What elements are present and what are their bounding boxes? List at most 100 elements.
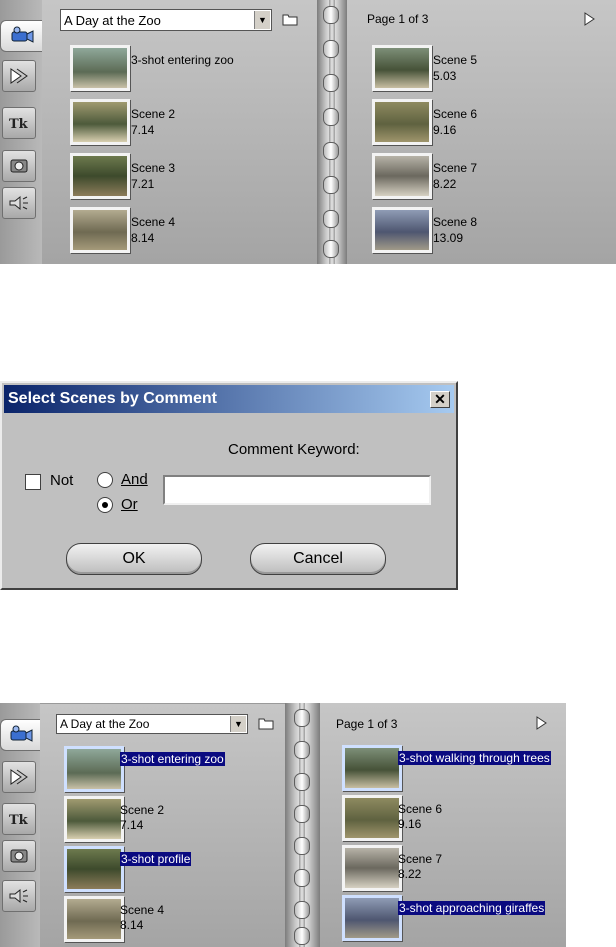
still-images-icon — [10, 849, 28, 863]
cancel-button-label: Cancel — [293, 550, 343, 567]
scene-length: 9.16 — [398, 817, 422, 831]
scene-name: 3-shot profile — [120, 852, 192, 866]
project-dropdown-value: A Day at the Zoo — [60, 717, 150, 731]
scene-name: Scene 6 — [398, 802, 443, 816]
scene-thumbnail[interactable] — [70, 153, 130, 199]
scene-thumbnail[interactable] — [372, 207, 432, 253]
tab-sound-effects[interactable] — [2, 880, 36, 912]
scene-length: 13.09 — [433, 231, 464, 245]
svg-text:Tk: Tk — [9, 117, 29, 132]
project-dropdown[interactable]: A Day at the Zoo ▼ — [56, 714, 248, 734]
scene-name: Scene 2 — [131, 107, 176, 121]
binder-ring — [323, 6, 339, 24]
album-spine — [317, 0, 347, 264]
binder-ring — [294, 773, 310, 791]
scene-name: Scene 4 — [120, 903, 165, 917]
scene-length: 8.22 — [398, 867, 422, 881]
scene-name: Scene 6 — [433, 107, 478, 121]
or-radio[interactable] — [97, 497, 113, 513]
tab-still-images[interactable] — [2, 840, 36, 872]
scene-thumbnail[interactable] — [64, 846, 124, 892]
scene-thumbnail[interactable] — [64, 796, 124, 842]
album-tabs: Tk — [0, 703, 40, 947]
ok-button[interactable]: OK — [66, 543, 202, 575]
folder-icon[interactable] — [258, 717, 274, 730]
scene-name: 3-shot entering zoo — [131, 53, 234, 67]
transitions-icon — [10, 68, 28, 84]
scene-thumbnail[interactable] — [372, 99, 432, 145]
album-spine — [285, 703, 320, 947]
scene-name: 3-shot entering zoo — [120, 752, 225, 766]
scene-length: 7.14 — [120, 818, 144, 832]
svg-text:Tk: Tk — [9, 813, 29, 828]
comment-keyword-label: Comment Keyword: — [228, 441, 360, 458]
scene-thumbnail[interactable] — [64, 746, 124, 792]
scene-name: 3-shot approaching giraffes — [398, 901, 546, 915]
binder-ring — [294, 805, 310, 823]
tab-scenes[interactable] — [0, 719, 40, 751]
album-tabs: Tk — [0, 0, 42, 264]
page-label: Page 1 of 3 — [367, 12, 429, 26]
binder-ring — [294, 927, 310, 945]
binder-ring — [294, 709, 310, 727]
scene-length: 9.16 — [433, 123, 457, 137]
scene-thumbnail[interactable] — [64, 896, 124, 942]
scene-album-bottom: Tk A Day at the Zoo ▼ 3-shot entering zo… — [0, 703, 616, 947]
project-dropdown[interactable]: A Day at the Zoo ▼ — [60, 9, 272, 31]
dropdown-arrow-icon[interactable]: ▼ — [254, 11, 270, 29]
scene-thumbnail[interactable] — [70, 45, 130, 91]
scene-name: Scene 7 — [433, 161, 478, 175]
binder-ring — [323, 142, 339, 160]
camcorder-icon — [10, 725, 32, 742]
binder-ring — [323, 74, 339, 92]
scene-thumbnail[interactable] — [342, 795, 402, 841]
tab-still-images[interactable] — [2, 150, 36, 182]
album-right-page: Page 1 of 3 Scene 5 5.03 Scene 6 9.16 Sc… — [347, 0, 616, 264]
close-icon: ✕ — [434, 391, 446, 407]
project-dropdown-value: A Day at the Zoo — [64, 12, 161, 28]
next-page-icon[interactable] — [534, 716, 548, 730]
tab-transitions[interactable] — [2, 60, 36, 92]
not-label: Not — [50, 472, 74, 489]
sound-effects-icon — [9, 195, 28, 211]
scene-thumbnail[interactable] — [372, 45, 432, 91]
scene-thumbnail[interactable] — [342, 895, 402, 941]
scene-name: Scene 7 — [398, 852, 443, 866]
titles-icon: Tk — [9, 813, 29, 828]
next-page-icon[interactable] — [582, 12, 596, 26]
scene-thumbnail[interactable] — [372, 153, 432, 199]
dialog-title: Select Scenes by Comment — [8, 390, 217, 407]
folder-icon[interactable] — [282, 13, 298, 26]
tab-sound-effects[interactable] — [2, 187, 36, 219]
binder-ring — [294, 869, 310, 887]
scene-name: Scene 4 — [131, 215, 176, 229]
scene-thumbnail[interactable] — [70, 207, 130, 253]
comment-keyword-input[interactable] — [163, 475, 431, 505]
binder-ring — [294, 741, 310, 759]
album-left-page: A Day at the Zoo ▼ 3-shot entering zoo S… — [42, 0, 317, 264]
scene-thumbnail[interactable] — [342, 845, 402, 891]
camcorder-icon — [11, 26, 33, 43]
scene-thumbnail[interactable] — [70, 99, 130, 145]
cancel-button[interactable]: Cancel — [250, 543, 386, 575]
tab-scenes[interactable] — [0, 20, 42, 52]
dialog-titlebar: Select Scenes by Comment ✕ — [4, 385, 454, 413]
scene-name: 3-shot walking through trees — [398, 751, 551, 765]
binder-ring — [294, 837, 310, 855]
close-button[interactable]: ✕ — [430, 391, 450, 408]
not-checkbox[interactable] — [25, 474, 41, 490]
tab-transitions[interactable] — [2, 761, 36, 793]
dropdown-arrow-icon[interactable]: ▼ — [230, 716, 246, 732]
tab-titles[interactable]: Tk — [2, 803, 36, 835]
sound-effects-icon — [9, 888, 28, 904]
and-radio[interactable] — [97, 472, 113, 488]
still-images-icon — [10, 159, 28, 173]
binder-ring — [294, 901, 310, 919]
select-scenes-dialog: Select Scenes by Comment ✕ Comment Keywo… — [0, 381, 458, 590]
scene-name: Scene 8 — [433, 215, 478, 229]
titles-icon: Tk — [9, 117, 29, 132]
tab-titles[interactable]: Tk — [2, 107, 36, 139]
scene-length: 8.14 — [120, 918, 144, 932]
scene-length: 5.03 — [433, 69, 457, 83]
scene-thumbnail[interactable] — [342, 745, 402, 791]
